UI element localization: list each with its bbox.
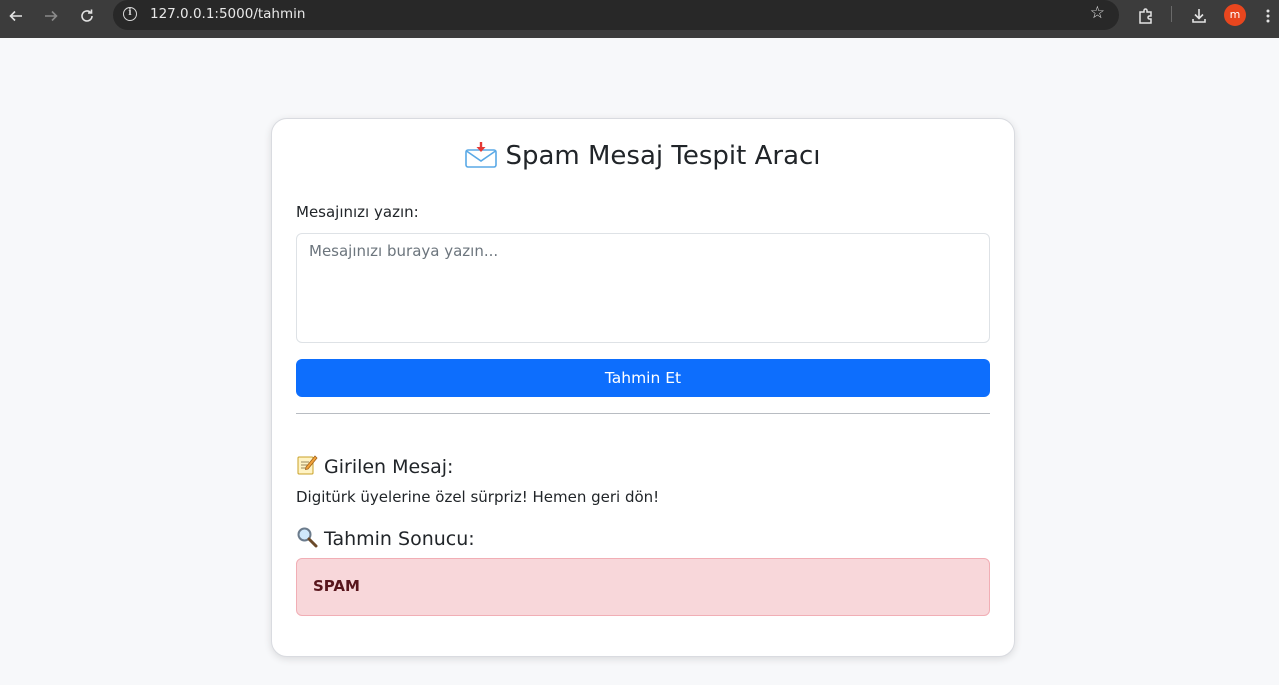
spam-detector-card: Spam Mesaj Tespit Aracı Mesajınızı yazın…	[271, 118, 1015, 657]
profile-avatar[interactable]: m	[1224, 4, 1246, 26]
download-icon[interactable]	[1187, 4, 1211, 28]
memo-icon	[296, 454, 318, 476]
predict-button[interactable]: Tahmin Et	[296, 359, 990, 397]
toolbar-divider	[1171, 6, 1172, 22]
forward-icon[interactable]	[39, 4, 63, 28]
page-title-text: Spam Mesaj Tespit Aracı	[505, 141, 821, 171]
address-bar[interactable]: i 127.0.0.1:5000/tahmin ☆	[113, 0, 1119, 30]
incoming-envelope-icon	[465, 142, 498, 168]
site-info-icon[interactable]: i	[123, 7, 137, 21]
result-heading-text: Tahmin Sonucu:	[324, 528, 475, 550]
result-heading: Tahmin Sonucu:	[296, 526, 475, 550]
bookmark-star-icon[interactable]: ☆	[1090, 3, 1105, 23]
result-value: SPAM	[313, 577, 360, 595]
back-icon[interactable]	[4, 4, 28, 28]
entered-message-text: Digitürk üyelerine özel sürpriz! Hemen g…	[296, 488, 660, 506]
message-input[interactable]	[296, 233, 990, 343]
url-text[interactable]: 127.0.0.1:5000/tahmin	[150, 6, 305, 22]
result-alert: SPAM	[296, 558, 990, 616]
entered-message-heading: Girilen Mesaj:	[296, 454, 453, 478]
entered-message-heading-text: Girilen Mesaj:	[324, 456, 454, 478]
magnifier-icon	[296, 526, 318, 548]
extensions-icon[interactable]	[1134, 4, 1158, 28]
page-title: Spam Mesaj Tespit Aracı	[272, 141, 1014, 171]
divider	[296, 413, 990, 414]
browser-toolbar: i 127.0.0.1:5000/tahmin ☆ m	[0, 0, 1279, 38]
reload-icon[interactable]	[75, 4, 99, 28]
menu-icon[interactable]	[1256, 4, 1279, 28]
message-label: Mesajınızı yazın:	[296, 203, 419, 221]
